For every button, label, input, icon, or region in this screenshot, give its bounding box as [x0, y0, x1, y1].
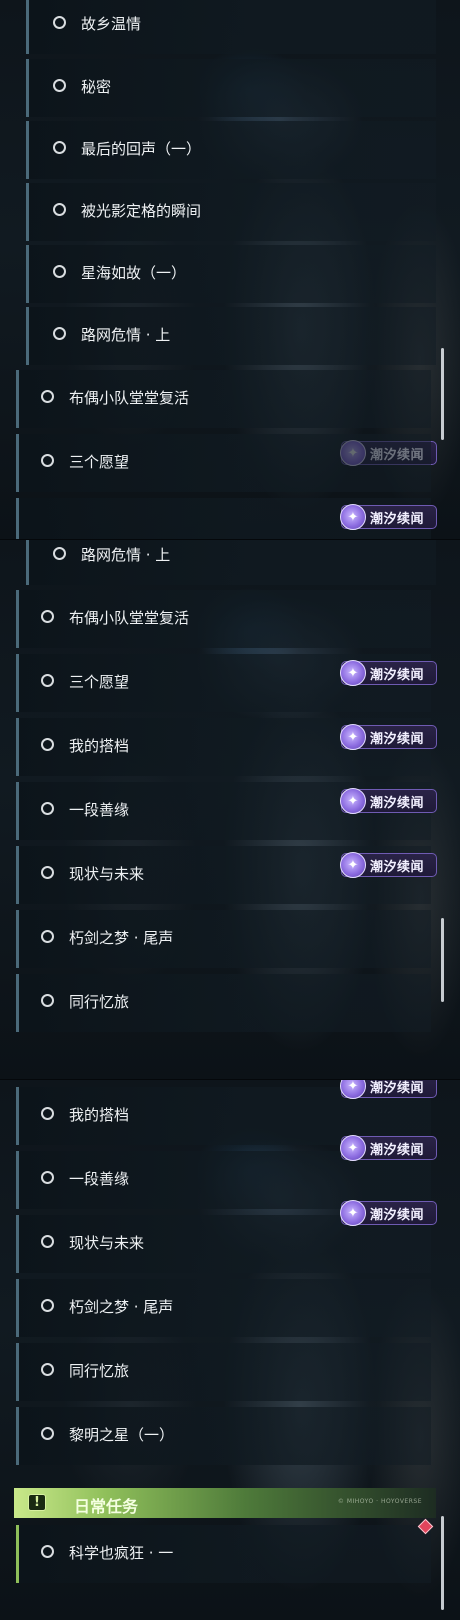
quest-item-bei-guang-ying[interactable]: 被光影定格的瞬间	[26, 183, 436, 241]
tide-sequel-badge: ✦ 潮汐续闻	[340, 660, 437, 686]
quest-title: 秘密	[81, 78, 112, 96]
scrollbar-thumb[interactable]	[441, 1516, 444, 1610]
tide-sequel-icon: ✦	[340, 1080, 366, 1099]
tide-sequel-icon: ✦	[340, 504, 366, 530]
quest-status-circle-icon	[53, 327, 66, 340]
quest-status-circle-icon	[41, 802, 54, 815]
quest-status-circle-icon	[41, 1427, 54, 1440]
quest-item-lu-wang-wei-qing[interactable]: 路网危情 · 上	[26, 307, 436, 365]
quest-title: 我的搭档	[69, 737, 130, 755]
quest-status-circle-icon	[53, 141, 66, 154]
tide-sequel-badge: ✦ 潮汐续闻	[340, 1080, 437, 1099]
quest-status-circle-icon	[53, 79, 66, 92]
badge-label: 潮汐续闻	[370, 731, 425, 747]
quest-status-circle-icon	[41, 454, 54, 467]
quest-status-circle-icon	[53, 265, 66, 278]
quest-title: 一段善缘	[69, 801, 130, 819]
quest-status-circle-icon	[41, 930, 54, 943]
badge-label: 潮汐续闻	[370, 1207, 425, 1223]
quest-title: 布偶小队堂堂复活	[69, 389, 190, 407]
quest-status-circle-icon	[41, 738, 54, 751]
tide-sequel-icon: ✦	[340, 1135, 366, 1161]
badge-label: 潮汐续闻	[370, 511, 425, 527]
quest-status-circle-icon	[41, 1299, 54, 1312]
alert-icon: !	[28, 1494, 46, 1511]
quest-title: 一段善缘	[69, 1170, 130, 1188]
quest-title: 现状与未来	[69, 865, 145, 883]
quest-title: 同行忆旅	[69, 993, 130, 1011]
quest-status-circle-icon	[41, 390, 54, 403]
quest-title: 科学也疯狂 · 一	[69, 1544, 174, 1562]
quest-status-circle-icon	[41, 994, 54, 1007]
tide-sequel-badge: ✦ 潮汐续闻	[340, 852, 437, 878]
badge-label: 潮汐续闻	[370, 1080, 425, 1096]
quest-list-panel-2: 路网危情 · 上 布偶小队堂堂复活 三个愿望 我的搭档 一段善缘 现状与未来 朽…	[0, 540, 460, 1080]
quest-status-circle-icon	[41, 610, 54, 623]
quest-status-circle-icon	[41, 866, 54, 879]
quest-status-circle-icon	[41, 1107, 54, 1120]
quest-item-mi-mi[interactable]: 秘密	[26, 59, 436, 117]
quest-title: 布偶小队堂堂复活	[69, 609, 190, 627]
tide-sequel-icon: ✦	[340, 660, 366, 686]
tide-sequel-badge: ✦ 潮汐续闻	[340, 1200, 437, 1226]
quest-title: 朽剑之梦 · 尾声	[69, 929, 174, 947]
tide-sequel-badge: ✦ 潮汐续闻	[340, 788, 437, 814]
tide-sequel-badge: ✦ 潮汐续闻	[340, 1135, 437, 1161]
scrollbar-thumb[interactable]	[441, 918, 444, 1002]
watermark-text: © MIHOYO · HOYOVERSE	[337, 1498, 422, 1505]
quest-item-lu-wang-wei-qing[interactable]: 路网危情 · 上	[26, 540, 436, 585]
quest-item-ke-xue-ye-feng-kuang[interactable]: 科学也疯狂 · 一	[16, 1525, 431, 1583]
quest-item-zui-hou-de-hui-sheng[interactable]: 最后的回声（一）	[26, 121, 436, 179]
quest-item-li-ming-zhi-xing[interactable]: 黎明之星（一）	[16, 1407, 431, 1465]
scrollbar-thumb[interactable]	[441, 348, 444, 440]
tide-sequel-icon: ✦	[340, 1200, 366, 1226]
tide-sequel-icon: ✦	[340, 788, 366, 814]
quest-item-bu-ou-xiao-dui[interactable]: 布偶小队堂堂复活	[16, 370, 431, 428]
quest-status-circle-icon	[41, 1235, 54, 1248]
quest-status-circle-icon	[41, 674, 54, 687]
quest-item-gu-xiang-wen-qing[interactable]: 故乡温情	[26, 0, 436, 54]
quest-status-circle-icon	[41, 1171, 54, 1184]
quest-list-panel-1: 故乡温情 秘密 最后的回声（一） 被光影定格的瞬间 星海如故（一） 路网危情 ·…	[0, 0, 460, 540]
quest-item-xing-hai-ru-gu[interactable]: 星海如故（一）	[26, 245, 436, 303]
quest-title: 黎明之星（一）	[69, 1426, 175, 1444]
daily-tasks-header[interactable]: ! 日常任务 © MIHOYO · HOYOVERSE	[14, 1488, 436, 1518]
badge-label: 潮汐续闻	[370, 667, 425, 683]
quest-title: 朽剑之梦 · 尾声	[69, 1298, 174, 1316]
badge-label: 潮汐续闻	[370, 1142, 425, 1158]
quest-title: 现状与未来	[69, 1234, 145, 1252]
quest-item-tong-xing-yi-lv[interactable]: 同行忆旅	[16, 974, 431, 1032]
tide-sequel-badge: ✦ 潮汐续闻	[340, 504, 437, 530]
quest-title: 故乡温情	[81, 15, 142, 33]
quest-title: 路网危情 · 上	[81, 546, 171, 564]
quest-item-bu-ou-xiao-dui[interactable]: 布偶小队堂堂复活	[16, 590, 431, 648]
tide-sequel-icon: ✦	[340, 852, 366, 878]
quest-title: 路网危情 · 上	[81, 326, 171, 344]
quest-title: 三个愿望	[69, 673, 130, 691]
quest-list-panel-3: 我的搭档 一段善缘 现状与未来 朽剑之梦 · 尾声 同行忆旅 黎明之星（一） 科…	[0, 1080, 460, 1620]
quest-item-xiu-jian-zhi-meng[interactable]: 朽剑之梦 · 尾声	[16, 910, 431, 968]
tide-sequel-badge: ✦ 潮汐续闻	[340, 724, 437, 750]
quest-title: 同行忆旅	[69, 1362, 130, 1380]
quest-item-xiu-jian-zhi-meng[interactable]: 朽剑之梦 · 尾声	[16, 1279, 431, 1337]
quest-status-circle-icon	[41, 1363, 54, 1376]
quest-title: 三个愿望	[69, 453, 130, 471]
quest-title: 我的搭档	[69, 1106, 130, 1124]
quest-title: 最后的回声（一）	[81, 140, 202, 158]
tide-sequel-icon: ✦	[340, 724, 366, 750]
quest-title: 被光影定格的瞬间	[81, 202, 202, 220]
quest-item-tong-xing-yi-lv[interactable]: 同行忆旅	[16, 1343, 431, 1401]
quest-status-circle-icon	[41, 1545, 54, 1558]
quest-status-circle-icon	[53, 16, 66, 29]
quest-item-san-ge-yuan-wang[interactable]: 三个愿望	[16, 434, 431, 492]
badge-label: 潮汐续闻	[370, 795, 425, 811]
quest-status-circle-icon	[53, 203, 66, 216]
badge-label: 潮汐续闻	[370, 859, 425, 875]
quest-status-circle-icon	[53, 547, 66, 560]
quest-title: 星海如故（一）	[81, 264, 187, 282]
daily-tasks-title: 日常任务	[74, 1497, 139, 1516]
